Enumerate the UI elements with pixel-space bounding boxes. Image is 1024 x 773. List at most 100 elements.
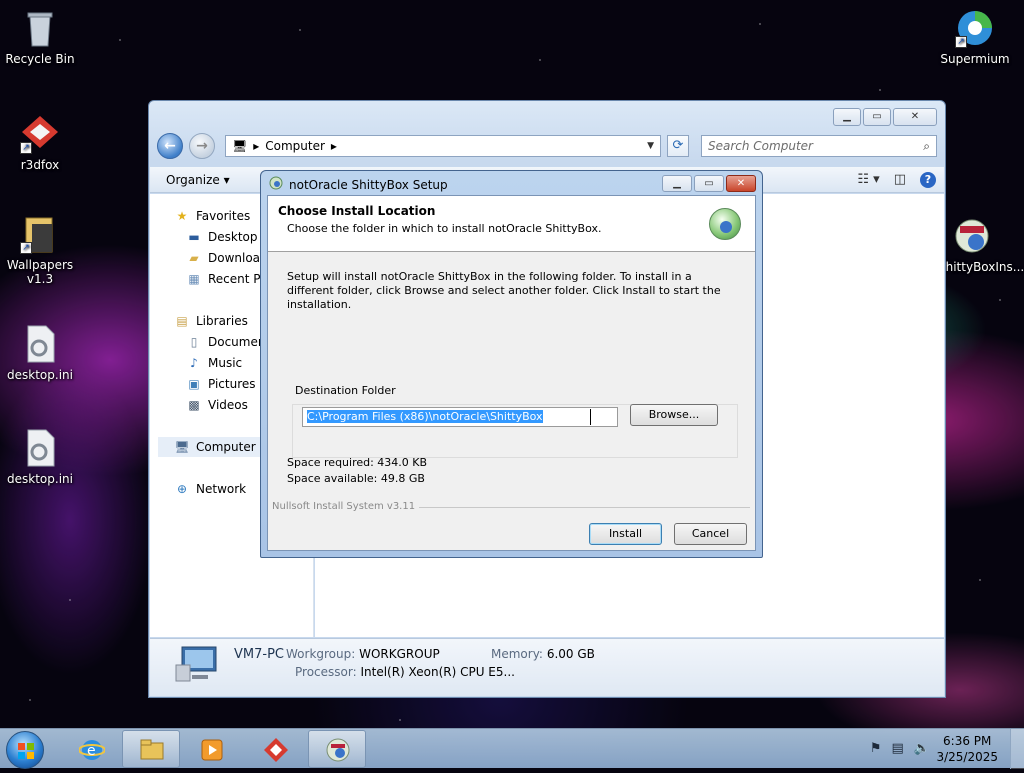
nav-music[interactable]: ♪ Music bbox=[186, 355, 242, 371]
nsis-branding: Nullsoft Install System v3.11 bbox=[272, 501, 750, 512]
computer-icon: 🖥 bbox=[174, 440, 190, 454]
settings-file-icon bbox=[20, 324, 60, 364]
space-required: Space required: 434.0 KB bbox=[287, 456, 428, 469]
workgroup-value: WORKGROUP bbox=[359, 647, 440, 661]
desktop-icon: ▬ bbox=[188, 230, 200, 244]
help-icon[interactable]: ? bbox=[920, 171, 936, 188]
folder-icon bbox=[140, 739, 164, 760]
taskbar-media-player[interactable] bbox=[182, 730, 240, 768]
clock-date: 3/25/2025 bbox=[936, 750, 998, 764]
shortcut-arrow-icon: ↗ bbox=[20, 142, 32, 154]
volume-icon[interactable]: 🔈 bbox=[914, 741, 930, 756]
desktop-icon-wallpapers[interactable]: ↗ Wallpapers v1.3 bbox=[0, 214, 80, 286]
nav-computer[interactable]: 🖥 Computer bbox=[174, 439, 255, 455]
dialog-titlebar: notOracle ShittyBox Setup bbox=[269, 176, 448, 193]
address-dropdown-icon[interactable]: ▼ bbox=[647, 141, 654, 151]
folder-icon: ↗ bbox=[20, 214, 60, 254]
nav-network[interactable]: ⊕ Network bbox=[174, 481, 246, 497]
dialog-minimize-button[interactable]: ▁ bbox=[662, 175, 692, 192]
shortcut-arrow-icon: ↗ bbox=[955, 36, 967, 48]
settings-file-icon bbox=[20, 428, 60, 468]
search-placeholder: Search Computer bbox=[708, 139, 813, 153]
destination-path-input[interactable]: C:\Program Files (x86)\notOracle\ShittyB… bbox=[302, 407, 618, 427]
minimize-button[interactable]: ▁ bbox=[833, 108, 861, 126]
dialog-header: Choose Install Location Choose the folde… bbox=[268, 196, 755, 252]
nav-favorites[interactable]: ★ Favorites bbox=[174, 208, 251, 224]
destination-folder-label: Destination Folder bbox=[295, 384, 396, 397]
space-available: Space available: 49.8 GB bbox=[287, 472, 425, 485]
browse-button[interactable]: Browse... bbox=[630, 404, 718, 426]
taskbar: e ⚑ ▤ 🔈 6:36 PM 3/25/2025 bbox=[0, 728, 1024, 769]
nav-documents[interactable]: ▯ Document bbox=[186, 334, 270, 350]
search-input[interactable]: Search Computer ⌕ bbox=[701, 135, 937, 157]
desktop-icon-desktop-ini-2[interactable]: desktop.ini bbox=[0, 428, 80, 486]
nav-recent-places[interactable]: ▦ Recent Pla bbox=[186, 271, 271, 287]
installer-icon bbox=[952, 216, 992, 256]
system-clock[interactable]: 6:36 PM 3/25/2025 bbox=[936, 733, 998, 765]
search-icon[interactable]: ⌕ bbox=[923, 139, 930, 154]
address-row: ← → 🖥 ▸ Computer ▸ ▼ ⟳ Search Computer ⌕ bbox=[157, 133, 937, 159]
nav-label: Download bbox=[208, 251, 268, 265]
dialog-close-button[interactable]: ✕ bbox=[726, 175, 756, 192]
computer-icon bbox=[174, 645, 218, 683]
processor-label: Processor: bbox=[295, 665, 357, 679]
address-bar[interactable]: 🖥 ▸ Computer ▸ ▼ bbox=[225, 135, 661, 157]
nav-label: Libraries bbox=[196, 314, 248, 328]
text-cursor bbox=[590, 409, 591, 425]
internet-explorer-icon: e bbox=[79, 740, 105, 760]
install-button[interactable]: Install bbox=[589, 523, 662, 545]
breadcrumb-separator[interactable]: ▸ bbox=[253, 139, 259, 153]
nav-label: Favorites bbox=[196, 209, 251, 223]
show-desktop-button[interactable] bbox=[1010, 729, 1024, 769]
refresh-button[interactable]: ⟳ bbox=[667, 135, 689, 157]
nav-pictures[interactable]: ▣ Pictures bbox=[186, 376, 255, 392]
windows-logo-icon bbox=[18, 743, 34, 759]
taskbar-windows-explorer[interactable] bbox=[122, 730, 180, 768]
preview-pane-icon[interactable]: ◫ bbox=[894, 172, 906, 187]
action-center-flag-icon[interactable]: ⚑ bbox=[870, 741, 882, 756]
documents-icon: ▯ bbox=[190, 335, 198, 349]
details-pane: VM7-PC Workgroup: WORKGROUP Memory: 6.00… bbox=[150, 638, 944, 696]
setup-dialog: notOracle ShittyBox Setup ▁ ▭ ✕ Choose I… bbox=[260, 170, 763, 558]
installer-icon bbox=[326, 738, 350, 762]
desktop-icon-label: Recycle Bin bbox=[5, 52, 75, 66]
breadcrumb-computer[interactable]: Computer bbox=[265, 139, 325, 153]
branding-text: Nullsoft Install System v3.11 bbox=[272, 501, 416, 512]
desktop-icon-recycle-bin[interactable]: Recycle Bin bbox=[0, 8, 80, 66]
page-title: Choose Install Location bbox=[278, 204, 436, 218]
nav-videos[interactable]: ▩ Videos bbox=[186, 397, 248, 413]
desktop-icon-label: desktop.ini bbox=[7, 368, 73, 382]
desktop-icon-supermium[interactable]: ↗ Supermium bbox=[935, 8, 1015, 66]
nav-label: Music bbox=[208, 356, 243, 370]
dialog-maximize-button[interactable]: ▭ bbox=[694, 175, 724, 192]
network-status-icon[interactable]: ▤ bbox=[892, 741, 904, 756]
cancel-button[interactable]: Cancel bbox=[674, 523, 747, 545]
breadcrumb-separator[interactable]: ▸ bbox=[331, 139, 337, 153]
clock-time: 6:36 PM bbox=[943, 734, 992, 748]
nav-desktop[interactable]: ▬ Desktop bbox=[186, 229, 258, 245]
back-button[interactable]: ← bbox=[157, 133, 183, 159]
desktop-icon-desktop-ini-1[interactable]: desktop.ini bbox=[0, 324, 80, 382]
taskbar-shittybox-setup[interactable] bbox=[308, 730, 366, 768]
nav-downloads[interactable]: ▰ Download bbox=[186, 250, 268, 266]
organize-button[interactable]: Organize ▾ bbox=[158, 170, 238, 190]
desktop-icon-label: Supermium bbox=[940, 52, 1010, 66]
nav-label: Desktop bbox=[208, 230, 258, 244]
taskbar-internet-explorer[interactable]: e bbox=[62, 730, 120, 768]
close-button[interactable]: ✕ bbox=[893, 108, 937, 126]
start-button[interactable] bbox=[6, 731, 44, 769]
destination-path-text: C:\Program Files (x86)\notOracle\ShittyB… bbox=[307, 410, 543, 423]
downloads-folder-icon: ▰ bbox=[189, 251, 199, 265]
nav-libraries[interactable]: ▤ Libraries bbox=[174, 313, 248, 329]
forward-button[interactable]: → bbox=[189, 133, 215, 159]
r3dfox-icon bbox=[264, 738, 288, 762]
desktop-icon-label: Wallpapers v1.3 bbox=[6, 258, 74, 286]
desktop-icon-r3dfox[interactable]: ↗ r3dfox bbox=[0, 114, 80, 172]
setup-app-icon bbox=[269, 176, 283, 193]
maximize-button[interactable]: ▭ bbox=[863, 108, 891, 126]
desktop-icon-shittybox-installer[interactable]: ShittyBoxIns... bbox=[938, 216, 1024, 274]
desktop-icon-label: desktop.ini bbox=[7, 472, 73, 486]
taskbar-r3dfox[interactable] bbox=[246, 730, 304, 768]
change-view-icon[interactable]: ☷ ▾ bbox=[857, 172, 879, 187]
nav-label: Network bbox=[196, 482, 247, 496]
